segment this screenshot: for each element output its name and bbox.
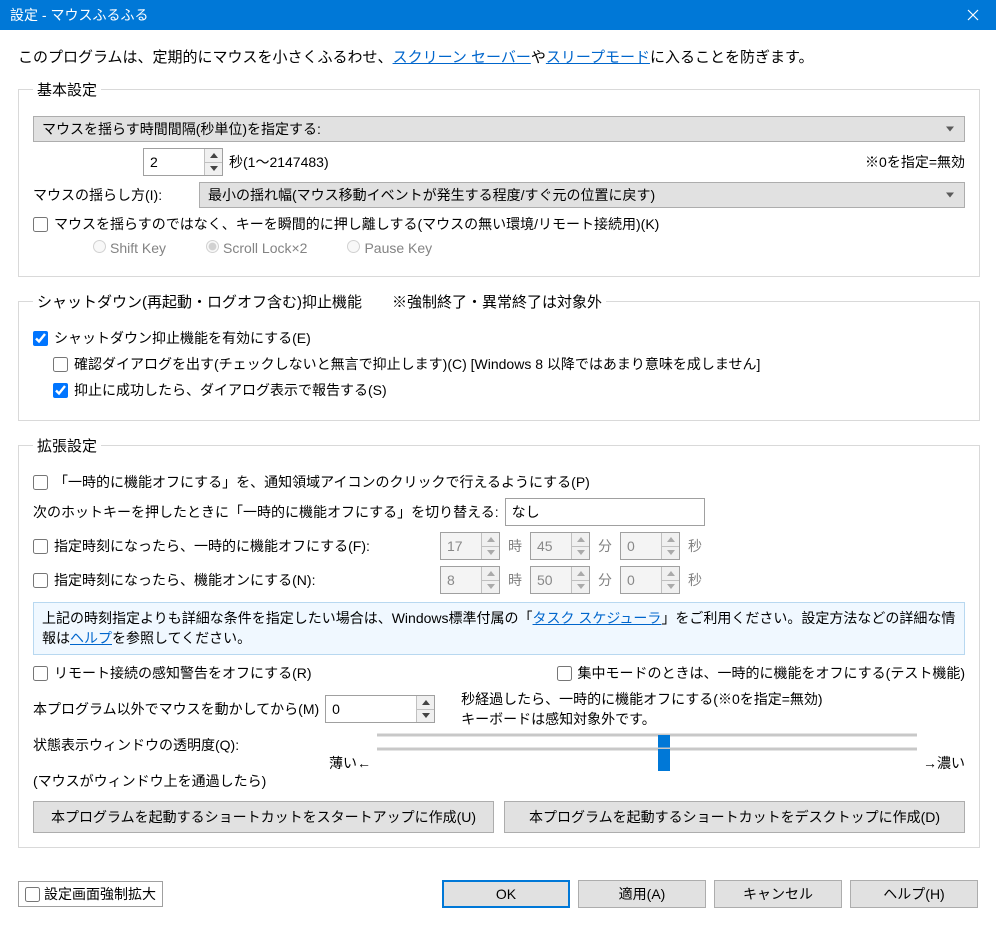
radio-scrolllock: Scroll Lock×2 xyxy=(206,240,307,256)
off-hour-spinner xyxy=(440,532,500,560)
shutdown-report-checkbox[interactable] xyxy=(53,383,68,398)
remote-warn-checkbox[interactable] xyxy=(33,666,48,681)
remote-warn-label[interactable]: リモート接続の感知警告をオフにする(R) xyxy=(54,663,312,683)
close-button[interactable] xyxy=(950,0,996,30)
info-box: 上記の時刻指定よりも詳細な条件を指定したい場合は、Windows標準付属の「タス… xyxy=(33,602,965,655)
shutdown-report-label[interactable]: 抑止に成功したら、ダイアログ表示で報告する(S) xyxy=(74,380,387,400)
on-min-spinner xyxy=(530,566,590,594)
link-screensaver[interactable]: スクリーン セーバー xyxy=(393,49,531,66)
link-sleepmode[interactable]: スリープモード xyxy=(546,49,650,66)
other-mouse-spinner[interactable] xyxy=(325,695,435,723)
titlebar: 設定 - マウスふるふる xyxy=(0,0,996,30)
opacity-label: 状態表示ウィンドウの透明度(Q): xyxy=(33,735,323,755)
hotkey-input[interactable]: なし xyxy=(505,498,705,526)
shortcut-desktop-button[interactable]: 本プログラムを起動するショートカットをデスクトップに作成(D) xyxy=(504,801,965,833)
hotkey-label: 次のホットキーを押したときに「一時的に機能オフにする」を切り替える: xyxy=(33,502,499,522)
force-zoom-checkbox[interactable] xyxy=(25,887,40,902)
pause-tray-checkbox[interactable] xyxy=(33,475,48,490)
off-time-label[interactable]: 指定時刻になったら、一時的に機能オフにする(F): xyxy=(54,536,434,556)
off-min-spinner xyxy=(530,532,590,560)
shutdown-enable-label[interactable]: シャットダウン抑止機能を有効にする(E) xyxy=(54,328,311,348)
on-hour-spinner xyxy=(440,566,500,594)
force-zoom-label[interactable]: 設定画面強制拡大 xyxy=(44,884,156,904)
basic-legend: 基本設定 xyxy=(33,79,101,100)
on-time-checkbox[interactable] xyxy=(33,573,48,588)
interval-input[interactable] xyxy=(144,149,204,175)
interval-note: ※0を指定=無効 xyxy=(865,152,965,172)
on-sec-spinner xyxy=(620,566,680,594)
other-mouse-desc2: キーボードは感知対象外です。 xyxy=(461,709,822,729)
shutdown-enable-checkbox[interactable] xyxy=(33,331,48,346)
spin-up-icon[interactable] xyxy=(205,149,222,163)
off-sec-spinner xyxy=(620,532,680,560)
pause-tray-label[interactable]: 「一時的に機能オフにする」を、通知領域アイコンのクリックで行えるようにする(P) xyxy=(54,472,590,492)
on-time-label[interactable]: 指定時刻になったら、機能オンにする(N): xyxy=(54,570,434,590)
spin-down-icon[interactable] xyxy=(205,163,222,176)
opacity-thick: →濃い xyxy=(923,753,965,773)
apply-button[interactable]: 適用(A) xyxy=(578,880,706,908)
opacity-thin: 薄い← xyxy=(329,753,371,773)
shutdown-confirm-label[interactable]: 確認ダイアログを出す(チェックしないと無言で抑止します)(C) [Windows… xyxy=(74,354,760,374)
opacity-sub-label: (マウスがウィンドウ上を通過したら) xyxy=(33,771,323,791)
link-task-scheduler[interactable]: タスク スケジューラ xyxy=(533,610,662,626)
intro-text: このプログラムは、定期的にマウスを小さくふるわせ、スクリーン セーバーやスリープ… xyxy=(18,46,980,67)
cancel-button[interactable]: キャンセル xyxy=(714,880,842,908)
other-mouse-desc1: 秒経過したら、一時的に機能オフにする(※0を指定=無効) xyxy=(461,689,822,709)
interval-spinner[interactable] xyxy=(143,148,223,176)
window-title: 設定 - マウスふるふる xyxy=(10,5,148,25)
off-time-checkbox[interactable] xyxy=(33,539,48,554)
close-icon xyxy=(967,9,979,21)
other-mouse-label: 本プログラム以外でマウスを動かしてから(M) xyxy=(33,699,319,719)
shortcut-startup-button[interactable]: 本プログラムを起動するショートカットをスタートアップに作成(U) xyxy=(33,801,494,833)
shutdown-confirm-checkbox[interactable] xyxy=(53,357,68,372)
basic-settings-group: 基本設定 マウスを揺らす時間間隔(秒単位)を指定する: 秒(1～2147483)… xyxy=(18,79,980,277)
extended-group: 拡張設定 「一時的に機能オフにする」を、通知領域アイコンのクリックで行えるように… xyxy=(18,435,980,848)
key-press-checkbox[interactable] xyxy=(33,217,48,232)
shake-method-label: マウスの揺らし方(I): xyxy=(33,185,193,205)
link-help[interactable]: ヘルプ xyxy=(70,630,112,646)
extended-legend: 拡張設定 xyxy=(33,435,101,456)
ok-button[interactable]: OK xyxy=(442,880,570,908)
shutdown-group: シャットダウン(再起動・ログオフ含む)抑止機能 ※強制終了・異常終了は対象外 シ… xyxy=(18,291,980,421)
shutdown-legend: シャットダウン(再起動・ログオフ含む)抑止機能 ※強制終了・異常終了は対象外 xyxy=(33,291,606,312)
key-press-label[interactable]: マウスを揺らすのではなく、キーを瞬間的に押し離しする(マウスの無い環境/リモート… xyxy=(54,214,659,234)
focus-mode-checkbox[interactable] xyxy=(557,666,572,681)
radio-shift: Shift Key xyxy=(93,240,166,256)
interval-mode-combo[interactable]: マウスを揺らす時間間隔(秒単位)を指定する: xyxy=(33,116,965,142)
focus-mode-label[interactable]: 集中モードのときは、一時的に機能をオフにする(テスト機能) xyxy=(578,663,965,683)
other-mouse-input[interactable] xyxy=(326,696,416,722)
radio-pause: Pause Key xyxy=(347,240,432,256)
help-button[interactable]: ヘルプ(H) xyxy=(850,880,978,908)
interval-unit: 秒(1～2147483) xyxy=(229,152,329,172)
shake-method-combo[interactable]: 最小の揺れ幅(マウス移動イベントが発生する程度/すぐ元の位置に戻す) xyxy=(199,182,965,208)
